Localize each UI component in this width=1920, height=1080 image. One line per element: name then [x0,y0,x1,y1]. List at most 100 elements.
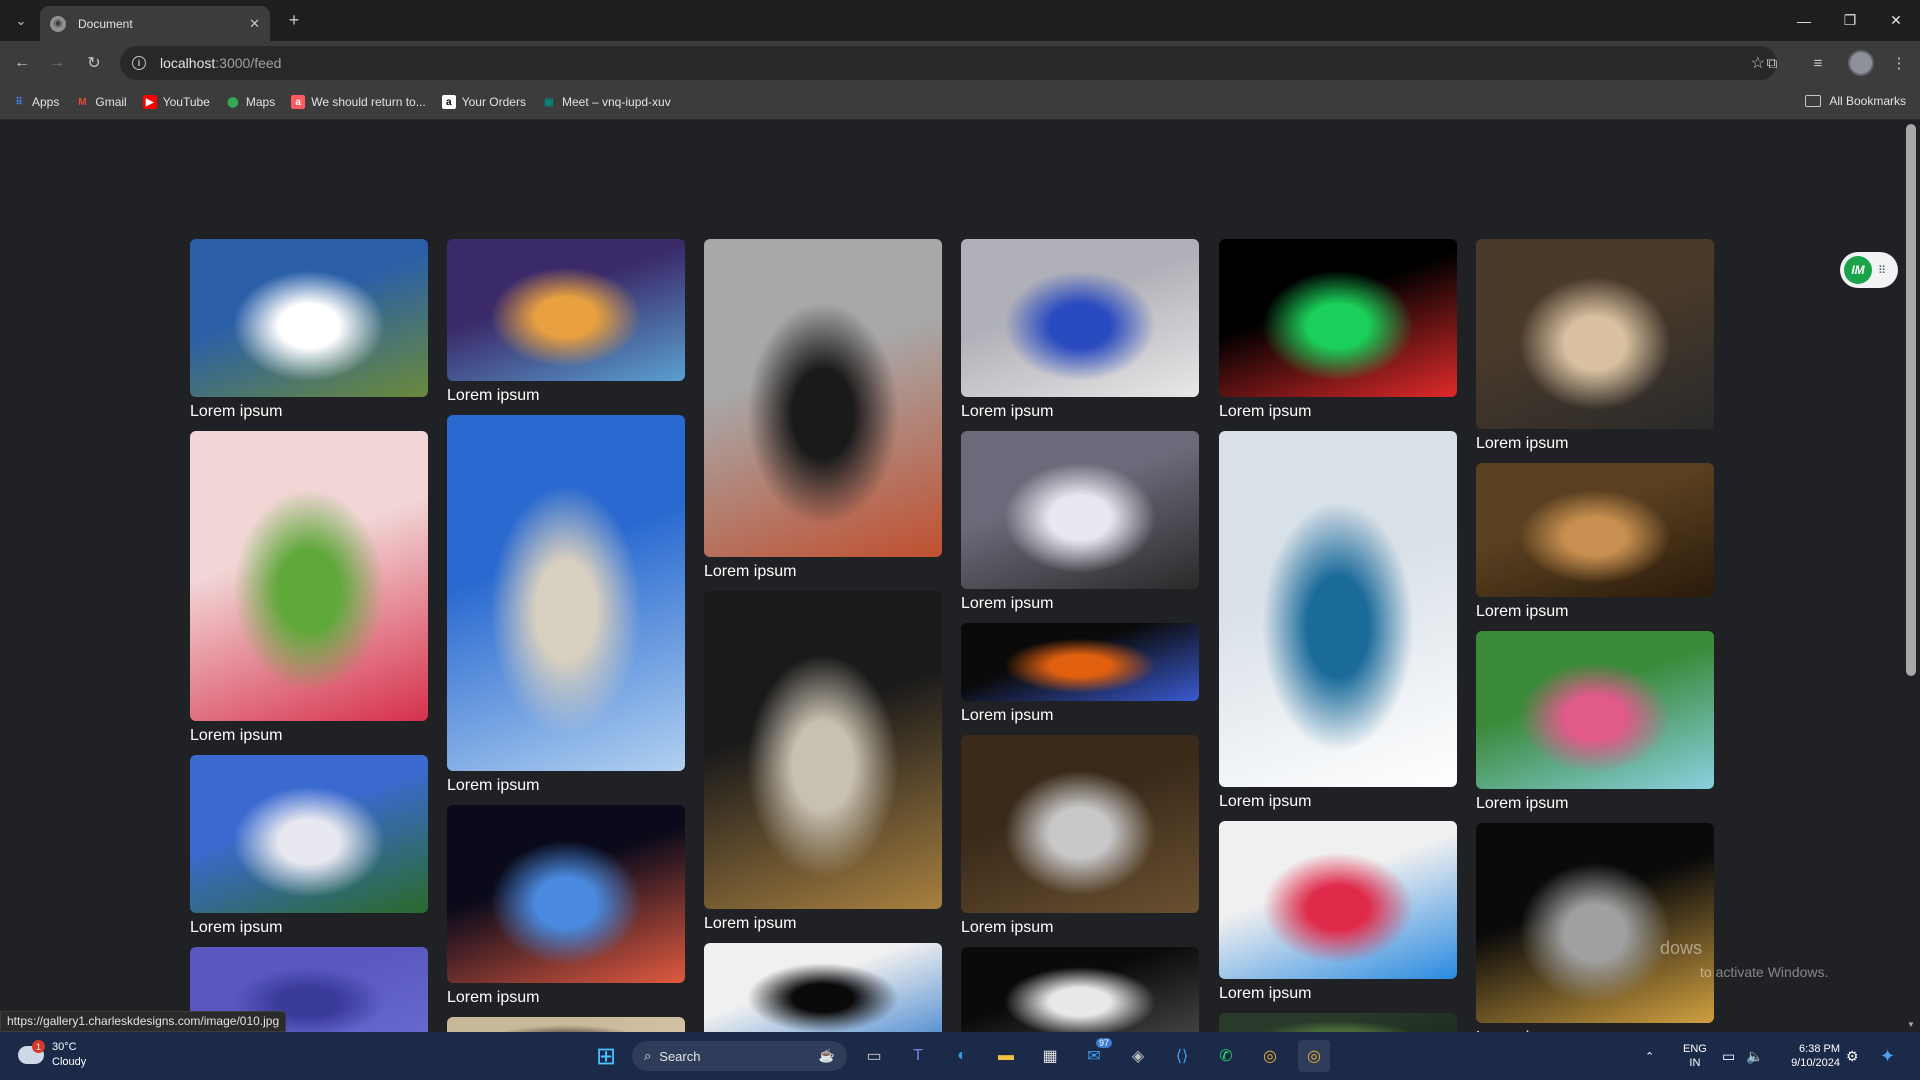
store-icon[interactable]: ▦ [1034,1040,1066,1072]
restore-button[interactable]: ❐ [1827,0,1873,41]
feed-card[interactable]: Lorem ipsum [1476,823,1714,1032]
feed-card[interactable]: Lorem ipsum [190,755,428,939]
davinci-resolve-icon[interactable]: ◈ [1122,1040,1154,1072]
bookmark-gmail[interactable]: M Gmail [75,95,127,109]
scroll-down-arrow[interactable]: ▼ [1905,1020,1917,1030]
photo-vintage-tv[interactable] [961,735,1199,913]
tab-document[interactable]: ◉ Document ✕ [40,6,270,41]
photo-bar-chart-frame[interactable] [704,943,942,1032]
photo-ferris-wheel[interactable] [190,755,428,913]
show-hidden-icons[interactable]: ⌃ [1645,1032,1654,1080]
extension-badge[interactable]: IM ⠿ [1840,252,1898,288]
photo-golf-course-garden[interactable] [1476,631,1714,789]
bookmark-youtube[interactable]: ▶ YouTube [142,95,210,109]
photo-caption: Lorem ipsum [447,777,540,794]
feed-card[interactable]: Lorem ipsum [961,623,1199,727]
address-bar[interactable]: i localhost:3000/feed ☆ [120,46,1777,80]
file-explorer-icon[interactable]: ▬ [990,1040,1022,1072]
start-button[interactable]: ⊞ [590,1040,622,1072]
tab-search-button[interactable]: ⌄ [8,8,34,34]
feed-card[interactable]: Lorem ipsum [1476,239,1714,455]
feed-card[interactable]: Lorem ipsum [1219,821,1457,1005]
photo-meadow-barn[interactable] [190,239,428,397]
feed-card[interactable]: Lorem ipsum [1476,463,1714,623]
photo-cn-tower[interactable] [447,415,685,771]
chrome-icon[interactable]: ◎ [1254,1040,1286,1072]
photo-blue-watchtower[interactable] [1219,431,1457,787]
feed-card[interactable]: Lorem ipsum [447,805,685,1009]
bookmark-airbnb[interactable]: a We should return to... [291,95,426,109]
feed-card[interactable]: Lorem ipsum [447,415,685,797]
photo-green-texture[interactable] [1219,1013,1457,1032]
feed-card[interactable]: Lorem ipsum [190,239,428,423]
feed-card[interactable]: Lorem ipsum [1219,431,1457,813]
feed-card[interactable]: Lorem ipsum [704,943,942,1032]
feed-card[interactable]: Lorem ipsum [704,591,942,935]
photo-film-reel[interactable] [961,947,1199,1032]
photo-caption: Lorem ipsum [704,563,797,580]
photo-nebula[interactable] [447,805,685,983]
bookmark-your-orders[interactable]: a Your Orders [441,95,526,109]
weather-desc: Cloudy [52,1056,87,1068]
feed-card[interactable]: Lorem ipsum [961,735,1199,939]
chrome-active-icon[interactable]: ◎ [1298,1040,1330,1072]
feed-card[interactable]: Lorem ipsum [961,431,1199,615]
vscode-icon[interactable]: ⟨⟩ [1166,1040,1198,1072]
whatsapp-icon[interactable]: ✆ [1210,1040,1242,1072]
feed-card[interactable]: Lorem ipsum [1219,1013,1457,1032]
photo-snowy-cathedral[interactable] [961,431,1199,589]
feed-card[interactable]: Lorem ipsum [190,431,428,747]
language-indicator[interactable]: ENG IN [1683,1032,1707,1080]
photo-old-alarm-clock[interactable] [1476,463,1714,597]
taskbar-search[interactable]: ⌕ Search ☕ [632,1041,847,1071]
feed-card[interactable]: Lorem ipsum [1219,239,1457,423]
photo-topographic-map[interactable] [190,431,428,721]
forward-button[interactable]: → [42,48,72,78]
more-menu-icon[interactable]: ⋮ [1884,48,1914,78]
photo-moon-landing[interactable] [1476,823,1714,1023]
all-bookmarks-button[interactable]: All Bookmarks [1805,94,1906,108]
mail-icon[interactable]: ✉ 97 [1078,1038,1112,1072]
photo-rubiks-cube[interactable] [1219,239,1457,397]
copilot-icon[interactable]: ✦ [1880,1032,1895,1080]
photo-tall-ship[interactable] [1476,239,1714,429]
feed-page: Lorem ipsum Lorem ipsum Lorem ipsum Lorem i… [0,120,1903,1032]
scroll-thumb[interactable] [1906,124,1916,676]
task-view-icon[interactable]: ▭ [858,1040,890,1072]
notifications-icon[interactable]: ⚙ [1846,1032,1859,1080]
photo-cat-fidget-spinner[interactable] [961,239,1199,397]
bookmark-meet[interactable]: ▣ Meet – vnq-iupd-xuv [542,95,670,109]
weather-alert-badge: 1 [32,1040,45,1053]
photo-colored-pencils[interactable] [1219,821,1457,979]
weather-widget[interactable]: 1 30°C Cloudy [18,1040,86,1070]
photo-partial-image[interactable] [447,1017,685,1032]
feed-card[interactable]: Lorem ipsum [961,239,1199,423]
close-tab-icon[interactable]: ✕ [249,16,260,32]
network-icon[interactable]: ▭ [1722,1032,1735,1080]
feed-card[interactable]: Lorem ipsum [447,1017,685,1032]
bookmark-maps[interactable]: ⬤ Maps [226,95,275,109]
feed-card[interactable]: Lorem ipsum [961,947,1199,1032]
bookmark-apps[interactable]: ⠿ Apps [12,95,59,109]
minimize-button[interactable]: — [1781,0,1827,41]
back-button[interactable]: ← [7,48,37,78]
edge-icon[interactable]: ◐ [946,1040,978,1072]
close-window-button[interactable]: ✕ [1873,0,1919,41]
photo-city-night-castle[interactable] [447,239,685,381]
teams-icon[interactable]: T [902,1040,934,1072]
extensions-icon[interactable]: ⧉ [1757,48,1787,78]
feed-card[interactable]: Lorem ipsum [1476,631,1714,815]
reload-button[interactable]: ↻ [79,48,109,78]
photo-woman-black-dress[interactable] [704,591,942,909]
clock[interactable]: 6:38 PM 9/10/2024 [1778,1032,1840,1080]
site-info-icon[interactable]: i [132,56,146,70]
feed-card[interactable]: Lorem ipsum [704,239,942,583]
volume-icon[interactable]: 🔈 [1746,1032,1763,1080]
photo-palm-silhouette-sunset[interactable] [704,239,942,557]
drag-handle-icon[interactable]: ⠿ [1878,264,1886,277]
feed-card[interactable]: Lorem ipsum [447,239,685,407]
reading-list-icon[interactable]: ≡ [1803,48,1833,78]
photo-solar-system[interactable] [961,623,1199,701]
profile-avatar[interactable] [1848,50,1874,76]
new-tab-button[interactable]: + [282,8,306,32]
